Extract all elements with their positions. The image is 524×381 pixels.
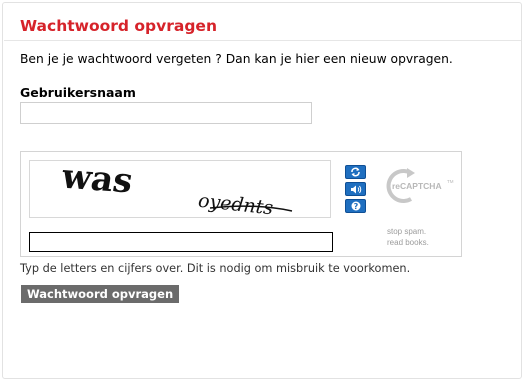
intro-text: Ben je je wachtwoord vergeten ? Dan kan … — [20, 52, 453, 66]
username-input[interactable] — [20, 102, 312, 124]
recaptcha-tagline: stop spam. read books. — [387, 226, 429, 248]
recaptcha-logo-tm: TM — [447, 179, 454, 184]
recaptcha-tagline-line-1: stop spam. — [387, 227, 427, 236]
recaptcha-tagline-line-2: read books. — [387, 238, 429, 247]
captcha-hint: Typ de letters en cijfers over. Dit is n… — [20, 262, 411, 275]
svg-text:?: ? — [353, 202, 358, 211]
audio-icon[interactable] — [345, 182, 366, 196]
captcha-word-2: oyednts — [197, 190, 274, 217]
request-password-button[interactable]: Wachtwoord opvragen — [21, 285, 180, 303]
password-request-panel: Wachtwoord opvragen Ben je je wachtwoord… — [2, 2, 522, 379]
recaptcha-widget: was oyednts ? reCAPTCHA TM stop spam. re… — [20, 151, 462, 257]
title-divider — [4, 40, 521, 41]
captcha-image: was oyednts — [29, 160, 331, 218]
recaptcha-logo: reCAPTCHA TM — [381, 165, 461, 207]
recaptcha-logo-text: reCAPTCHA — [392, 181, 442, 191]
username-label: Gebruikersnaam — [20, 85, 136, 100]
page-title: Wachtwoord opvragen — [20, 17, 217, 35]
reload-icon[interactable] — [345, 165, 366, 179]
help-icon[interactable]: ? — [345, 199, 366, 213]
captcha-word-1: was — [58, 161, 136, 201]
captcha-response-input[interactable] — [29, 232, 333, 252]
